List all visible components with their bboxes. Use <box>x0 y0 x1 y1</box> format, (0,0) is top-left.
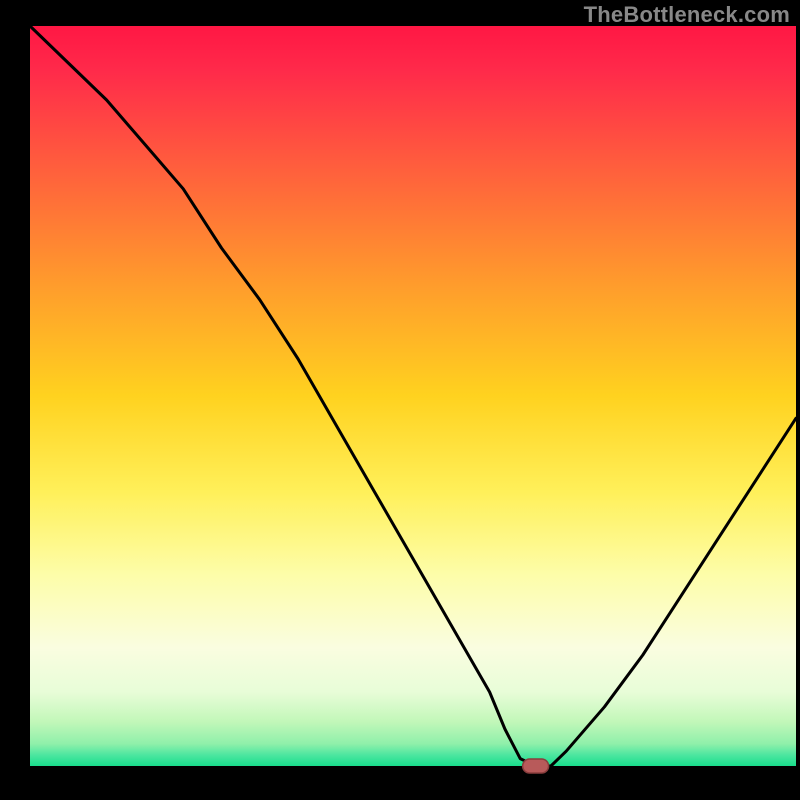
chart-frame: { "watermark": { "text": "TheBottleneck.… <box>0 0 800 800</box>
bottleneck-chart <box>0 0 800 800</box>
gradient-background <box>30 26 796 766</box>
watermark-text: TheBottleneck.com <box>584 2 790 28</box>
optimal-marker <box>523 759 549 773</box>
